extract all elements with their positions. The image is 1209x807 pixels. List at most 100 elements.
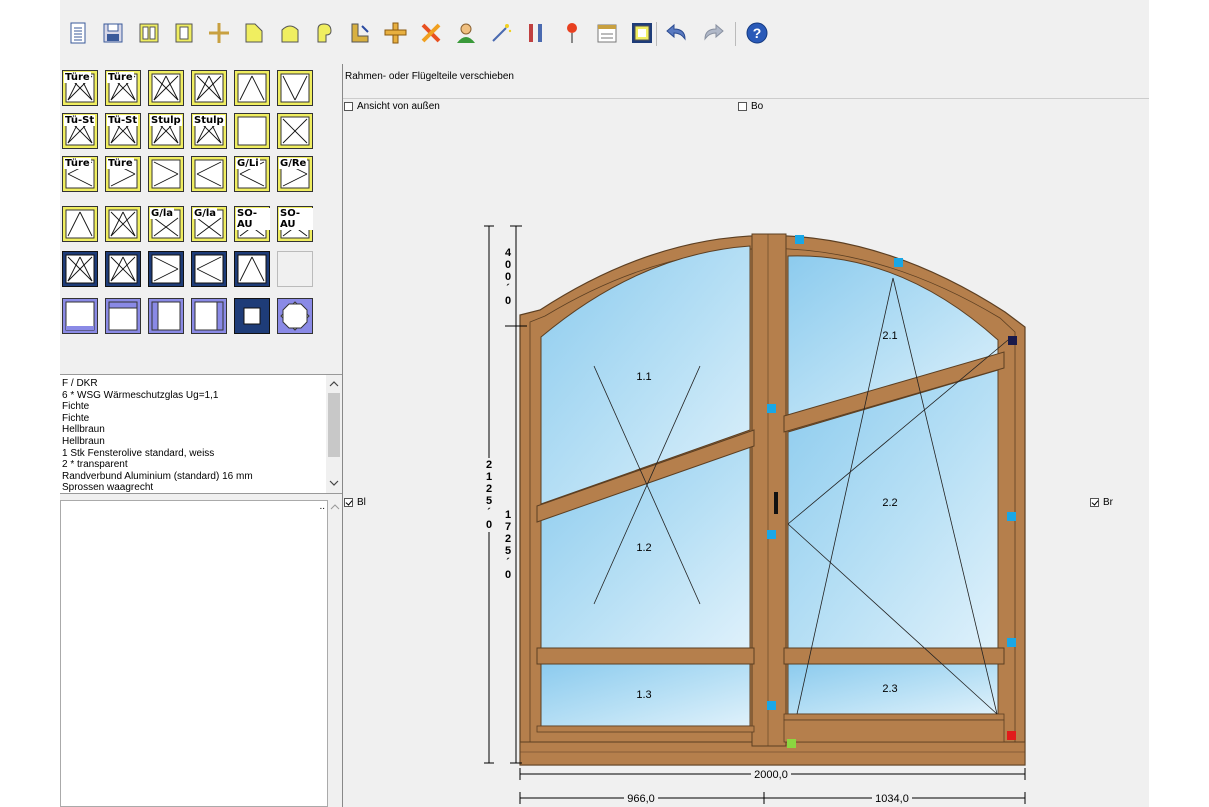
mullion-icon bbox=[209, 23, 229, 43]
cross-bar-button[interactable] bbox=[382, 20, 408, 46]
shape-triangle-button[interactable] bbox=[241, 20, 267, 46]
scrollbar-thumb[interactable] bbox=[328, 393, 340, 457]
toolbar-separator bbox=[656, 22, 657, 46]
window-type-label: G/la bbox=[150, 208, 175, 219]
window-type-label: G/Re bbox=[279, 158, 308, 169]
user-button[interactable] bbox=[453, 20, 479, 46]
window-type-button[interactable] bbox=[234, 298, 270, 334]
user-icon bbox=[457, 23, 475, 43]
window-type-button[interactable]: G/Li bbox=[234, 156, 270, 192]
property-line: Hellbraun bbox=[62, 424, 105, 436]
delete-button[interactable] bbox=[418, 20, 444, 46]
tools-button[interactable] bbox=[523, 20, 549, 46]
checkbox-box[interactable] bbox=[1090, 498, 1099, 507]
shape-round-icon bbox=[317, 23, 332, 43]
window-type-button[interactable]: Stulp bbox=[191, 113, 227, 149]
window-type-button[interactable] bbox=[148, 251, 184, 287]
details-panel: .. bbox=[60, 500, 328, 807]
window-type-button[interactable] bbox=[191, 251, 227, 287]
property-line: 1 Stk Fensterolive standard, weiss bbox=[62, 447, 215, 459]
property-line: Fichte bbox=[62, 401, 90, 413]
window-type-button[interactable] bbox=[62, 206, 98, 242]
window-type-label: SO-AU bbox=[279, 208, 313, 230]
pin-button[interactable] bbox=[559, 20, 585, 46]
window-type-button[interactable]: Türe bbox=[62, 156, 98, 192]
calendar-icon bbox=[597, 24, 617, 43]
bo-checkbox[interactable]: Bo bbox=[738, 101, 763, 112]
window-type-button[interactable]: G/Re bbox=[277, 156, 313, 192]
window-type-button[interactable] bbox=[277, 251, 313, 287]
checkbox-label: Br bbox=[1103, 497, 1113, 508]
window-type-button[interactable] bbox=[191, 156, 227, 192]
details-scrollbar[interactable] bbox=[328, 500, 342, 807]
frame-button[interactable] bbox=[171, 20, 197, 46]
window-type-button[interactable] bbox=[148, 298, 184, 334]
shape-round-button[interactable] bbox=[312, 20, 338, 46]
frame-select-button[interactable] bbox=[629, 20, 655, 46]
property-line: F / DKR bbox=[62, 378, 98, 389]
window-type-button[interactable]: Tü-St bbox=[105, 113, 141, 149]
mullion-button[interactable] bbox=[206, 20, 232, 46]
redo-button[interactable] bbox=[700, 20, 726, 46]
checkbox-box[interactable] bbox=[344, 498, 353, 507]
bl-checkbox[interactable]: Bl bbox=[344, 497, 366, 508]
window-type-icon bbox=[277, 251, 313, 287]
window-type-button[interactable]: G/la bbox=[148, 206, 184, 242]
window-type-button[interactable] bbox=[105, 206, 141, 242]
new-document-button[interactable] bbox=[65, 20, 91, 46]
view-outside-checkbox[interactable]: Ansicht von außen bbox=[344, 101, 440, 112]
window-type-button[interactable] bbox=[234, 251, 270, 287]
save-button[interactable] bbox=[100, 20, 126, 46]
help-button[interactable]: ? bbox=[744, 20, 770, 46]
shape-arch-icon bbox=[281, 25, 299, 43]
checkbox-box[interactable] bbox=[738, 102, 747, 111]
shape-arch-button[interactable] bbox=[277, 20, 303, 46]
window-type-button[interactable]: Türe bbox=[105, 156, 141, 192]
frame-layout-icon bbox=[139, 23, 159, 43]
properties-lines: F / DKR 6 * WSG Wärmeschutzglas Ug=1,1 Fic… bbox=[62, 378, 324, 493]
details-panel-dots[interactable]: .. bbox=[319, 501, 325, 512]
calendar-button[interactable] bbox=[594, 20, 620, 46]
window-type-button[interactable] bbox=[148, 156, 184, 192]
properties-scrollbar[interactable] bbox=[326, 375, 342, 493]
window-type-button[interactable]: Stulp bbox=[148, 113, 184, 149]
window-type-button[interactable]: Türe bbox=[105, 70, 141, 106]
window-type-button[interactable] bbox=[191, 70, 227, 106]
window-type-button[interactable] bbox=[234, 70, 270, 106]
window-type-icon bbox=[191, 298, 227, 334]
window-type-button[interactable] bbox=[105, 298, 141, 334]
undo-button[interactable] bbox=[664, 20, 690, 46]
window-type-icon bbox=[148, 156, 184, 192]
properties-list: F / DKR 6 * WSG Wärmeschutzglas Ug=1,1 Fic… bbox=[60, 374, 342, 494]
window-type-button[interactable] bbox=[277, 70, 313, 106]
window-type-button[interactable] bbox=[191, 298, 227, 334]
frame-layout-button[interactable] bbox=[136, 20, 162, 46]
window-type-button[interactable]: G/la bbox=[191, 206, 227, 242]
property-line: Fichte bbox=[62, 412, 90, 424]
window-type-icon bbox=[148, 298, 184, 334]
window-type-button[interactable] bbox=[148, 70, 184, 106]
new-document-icon bbox=[70, 22, 86, 44]
window-type-button[interactable]: Türe bbox=[62, 70, 98, 106]
checkbox-box[interactable] bbox=[344, 102, 353, 111]
window-type-button[interactable] bbox=[62, 251, 98, 287]
window-type-button[interactable]: Tü-St bbox=[62, 113, 98, 149]
window-type-button[interactable] bbox=[62, 298, 98, 334]
window-type-button[interactable] bbox=[277, 113, 313, 149]
window-type-button[interactable]: SO-AU bbox=[277, 206, 313, 242]
window-type-label: G/la bbox=[193, 208, 218, 219]
magic-wand-button[interactable] bbox=[488, 20, 514, 46]
window-type-label: Türe bbox=[64, 158, 91, 169]
move-tool-button[interactable] bbox=[347, 20, 373, 46]
window-type-label: Türe bbox=[64, 72, 91, 83]
window-type-button[interactable] bbox=[277, 298, 313, 334]
undo-icon bbox=[666, 23, 686, 41]
br-checkbox[interactable]: Br bbox=[1090, 497, 1113, 508]
tools-icon bbox=[529, 24, 542, 42]
window-type-button[interactable] bbox=[105, 251, 141, 287]
frame-select-icon bbox=[632, 23, 652, 43]
window-type-icon bbox=[62, 298, 98, 334]
window-type-icon bbox=[234, 251, 270, 287]
window-type-button[interactable]: SO-AU bbox=[234, 206, 270, 242]
window-type-button[interactable] bbox=[234, 113, 270, 149]
